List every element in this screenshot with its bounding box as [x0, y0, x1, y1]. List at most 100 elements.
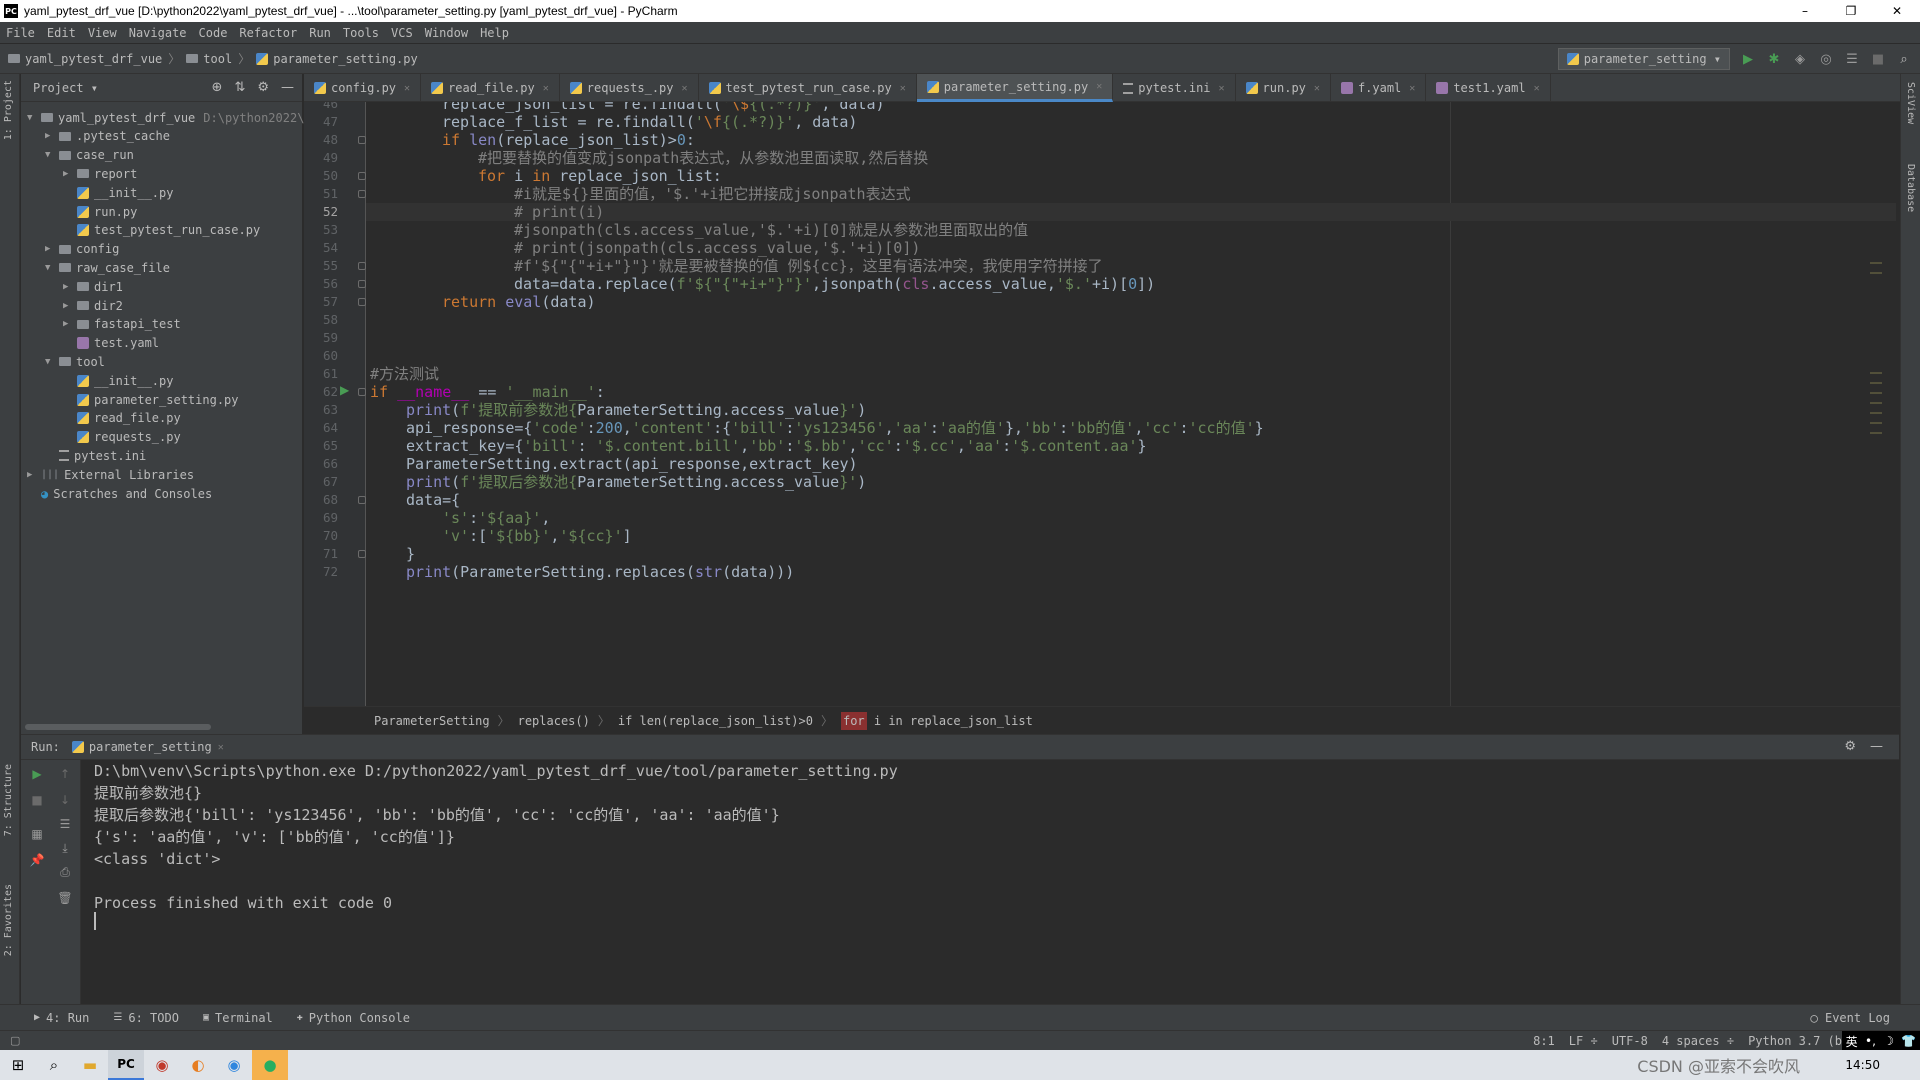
nav-crumb-tool[interactable]: tool 〉: [186, 50, 256, 67]
menu-view[interactable]: View: [88, 26, 117, 40]
menu-help[interactable]: Help: [480, 26, 509, 40]
build-icon[interactable]: ☰: [1844, 51, 1860, 67]
close-tab-icon[interactable]: ✕: [1219, 83, 1225, 94]
rerun-icon[interactable]: ▶: [29, 766, 45, 782]
menu-refactor[interactable]: Refactor: [239, 26, 297, 40]
database-tool-button[interactable]: Database: [1905, 164, 1916, 212]
breadcrumb-for[interactable]: for i in replace_json_list: [840, 711, 1033, 730]
menu-window[interactable]: Window: [425, 26, 468, 40]
horizontal-scrollbar[interactable]: [25, 724, 211, 730]
fold-marker-icon[interactable]: [358, 190, 366, 198]
file-encoding[interactable]: UTF-8: [1612, 1034, 1648, 1048]
breadcrumb-method[interactable]: replaces(): [518, 714, 590, 728]
close-tab-icon[interactable]: ✕: [1534, 83, 1540, 94]
gear-icon[interactable]: ⚙: [1844, 739, 1856, 754]
debug-icon[interactable]: ✱: [1766, 51, 1782, 67]
collapsed-arrow-icon[interactable]: ▶: [27, 470, 41, 480]
collapsed-arrow-icon[interactable]: ▶: [63, 319, 77, 329]
editor-tab[interactable]: run.py ✕: [1236, 74, 1331, 102]
python-interpreter[interactable]: Python 3.7 (b: [1748, 1034, 1842, 1048]
close-tab-icon[interactable]: ✕: [1096, 81, 1102, 92]
sciview-tool-button[interactable]: SciView: [1905, 82, 1916, 124]
favorites-tool-button[interactable]: 2: Favorites: [3, 884, 14, 956]
editor-tab[interactable]: parameter_setting.py ✕: [916, 74, 1114, 102]
chrome-icon[interactable]: ◉: [216, 1050, 252, 1080]
gear-icon[interactable]: ⚙: [257, 80, 269, 95]
minimize-button[interactable]: –: [1782, 0, 1828, 22]
editor-tab[interactable]: pytest.ini ✕: [1113, 74, 1236, 102]
chrome-icon[interactable]: ◉: [144, 1050, 180, 1080]
hide-icon[interactable]: —: [281, 80, 294, 95]
run-tab[interactable]: parameter_setting ✕: [71, 740, 224, 754]
stop-icon[interactable]: ■: [1870, 51, 1886, 67]
collapsed-arrow-icon[interactable]: ▶: [63, 301, 77, 311]
maximize-button[interactable]: ❐: [1828, 0, 1874, 22]
run-tool-tab[interactable]: ▶ 4: Run: [34, 1011, 89, 1025]
expanded-arrow-icon[interactable]: ▼: [45, 150, 59, 160]
close-tab-icon[interactable]: ✕: [1314, 83, 1320, 94]
editor-tab[interactable]: read_file.py ✕: [421, 74, 560, 102]
scroll-up-icon[interactable]: ↑: [57, 766, 73, 782]
cursor-position[interactable]: 8:1: [1533, 1034, 1555, 1048]
fold-marker-icon[interactable]: [358, 496, 366, 504]
search-everywhere-icon[interactable]: ⌕: [1896, 51, 1912, 67]
collapsed-arrow-icon[interactable]: ▶: [63, 282, 77, 292]
restore-layout-icon[interactable]: ▦: [29, 826, 45, 842]
tree-item[interactable]: ◕ Scratches and Consoles: [27, 482, 212, 505]
fold-marker-icon[interactable]: [358, 550, 366, 558]
fold-marker-icon[interactable]: [358, 262, 366, 270]
toggle-tool-windows-icon[interactable]: ▢: [10, 1034, 20, 1047]
close-tab-icon[interactable]: ✕: [682, 83, 688, 94]
nav-crumb-project[interactable]: yaml_pytest_drf_vue 〉: [8, 50, 186, 67]
fold-marker-icon[interactable]: [358, 136, 366, 144]
collapsed-arrow-icon[interactable]: ▶: [45, 244, 59, 254]
event-log-button[interactable]: ◯ Event Log: [1811, 1011, 1890, 1025]
wechat-icon[interactable]: ●: [252, 1050, 288, 1080]
collapse-all-icon[interactable]: ⇅: [234, 80, 245, 95]
close-tab-icon[interactable]: ✕: [543, 83, 549, 94]
editor-tab[interactable]: test1.yaml ✕: [1426, 74, 1551, 102]
indent-setting[interactable]: 4 spaces ÷: [1662, 1034, 1734, 1048]
fold-marker-icon[interactable]: [358, 280, 366, 288]
fold-marker-icon[interactable]: [358, 298, 366, 306]
menu-file[interactable]: File: [6, 26, 35, 40]
menu-run[interactable]: Run: [309, 26, 331, 40]
locate-icon[interactable]: ⊕: [212, 80, 223, 95]
structure-tool-button[interactable]: 7: Structure: [3, 764, 14, 836]
run-gutter-icon[interactable]: ▶: [340, 383, 349, 397]
menu-navigate[interactable]: Navigate: [129, 26, 187, 40]
ime-indicator[interactable]: 英 •, ☽ 👕: [1842, 1031, 1920, 1051]
stop-icon[interactable]: ■: [29, 792, 45, 808]
breadcrumb-if[interactable]: if len(replace_json_list)>0: [618, 714, 813, 728]
python-console-tool-tab[interactable]: ✚ Python Console: [297, 1011, 410, 1025]
windows-start-icon[interactable]: ⊞: [0, 1050, 36, 1080]
expanded-arrow-icon[interactable]: ▼: [45, 263, 59, 273]
expanded-arrow-icon[interactable]: ▼: [45, 357, 59, 367]
run-configuration-select[interactable]: parameter_setting ▾: [1557, 48, 1730, 70]
project-view-select[interactable]: Project ▾: [33, 81, 98, 95]
breadcrumb-class[interactable]: ParameterSetting: [374, 714, 490, 728]
collapsed-arrow-icon[interactable]: ▶: [63, 169, 77, 179]
trash-icon[interactable]: 🗑: [57, 890, 73, 906]
editor-tab[interactable]: config.py ✕: [304, 74, 422, 102]
nav-crumb-file[interactable]: parameter_setting.py: [256, 52, 418, 66]
menu-vcs[interactable]: VCS: [391, 26, 413, 40]
editor-tab[interactable]: f.yaml ✕: [1331, 74, 1427, 102]
pin-icon[interactable]: 📌: [29, 852, 45, 868]
soft-wrap-icon[interactable]: ☰: [57, 816, 73, 832]
coverage-icon[interactable]: ◈: [1792, 51, 1808, 67]
file-explorer-icon[interactable]: ▬: [72, 1050, 108, 1080]
line-separator[interactable]: LF ÷: [1569, 1034, 1598, 1048]
profile-icon[interactable]: ◎: [1818, 51, 1834, 67]
scroll-to-end-icon[interactable]: ⤓: [57, 840, 73, 856]
close-tab-icon[interactable]: ✕: [404, 83, 410, 94]
run-console[interactable]: D:\bm\venv\Scripts\python.exe D:/python2…: [82, 760, 1898, 1004]
menu-edit[interactable]: Edit: [47, 26, 76, 40]
collapsed-arrow-icon[interactable]: ▶: [45, 131, 59, 141]
hide-icon[interactable]: —: [1870, 739, 1883, 754]
expanded-arrow-icon[interactable]: ▼: [27, 113, 41, 123]
print-icon[interactable]: ⎙: [57, 864, 73, 880]
code-editor[interactable]: 46 47 48 49 50 51 52 53 54 55 56 57 58 59 60 61 62 63 64 65…: [304, 102, 1900, 706]
scroll-down-icon[interactable]: ↓: [57, 792, 73, 808]
menu-tools[interactable]: Tools: [343, 26, 379, 40]
